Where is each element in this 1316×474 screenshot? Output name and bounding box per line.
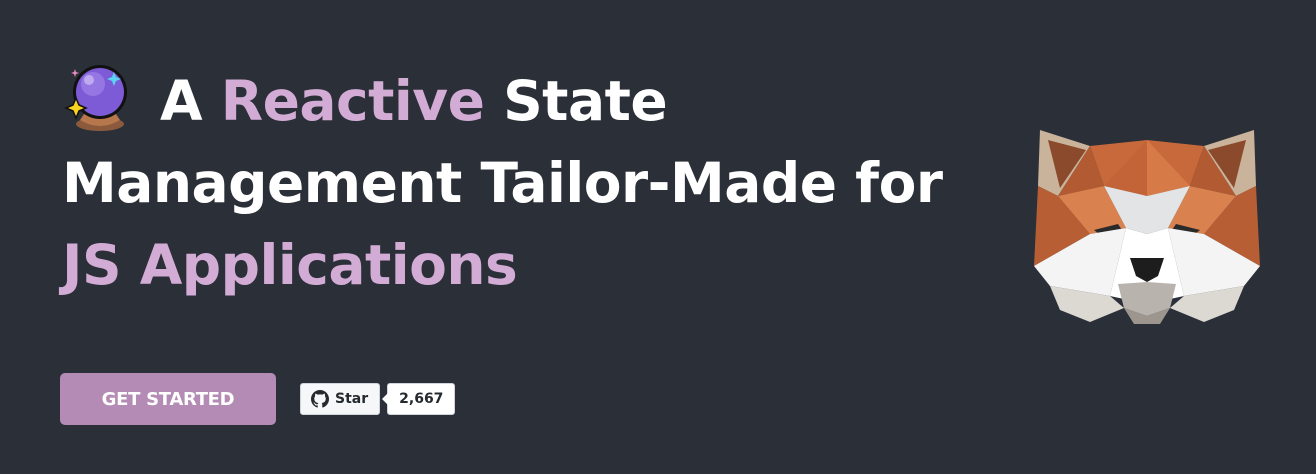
get-started-button[interactable]: GET STARTED — [60, 373, 276, 425]
headline-text-a: A — [160, 69, 203, 133]
akita-dog-logo — [1034, 130, 1260, 324]
crystal-ball-icon — [64, 65, 127, 131]
github-star-count[interactable]: 2,667 — [382, 383, 456, 415]
github-star-label: Star — [335, 391, 369, 407]
headline-accent-js-applications: JS Applications — [62, 233, 518, 297]
hero-headline: A Reactive State Management Tailor-Made … — [62, 58, 962, 306]
github-icon — [311, 390, 329, 408]
headline-accent-reactive: Reactive — [220, 69, 485, 133]
hero-section: A Reactive State Management Tailor-Made … — [0, 0, 1316, 474]
cta-row: GET STARTED Star 2,667 — [60, 373, 456, 425]
github-star-widget: Star 2,667 — [300, 383, 456, 415]
github-star-button[interactable]: Star — [300, 383, 381, 415]
